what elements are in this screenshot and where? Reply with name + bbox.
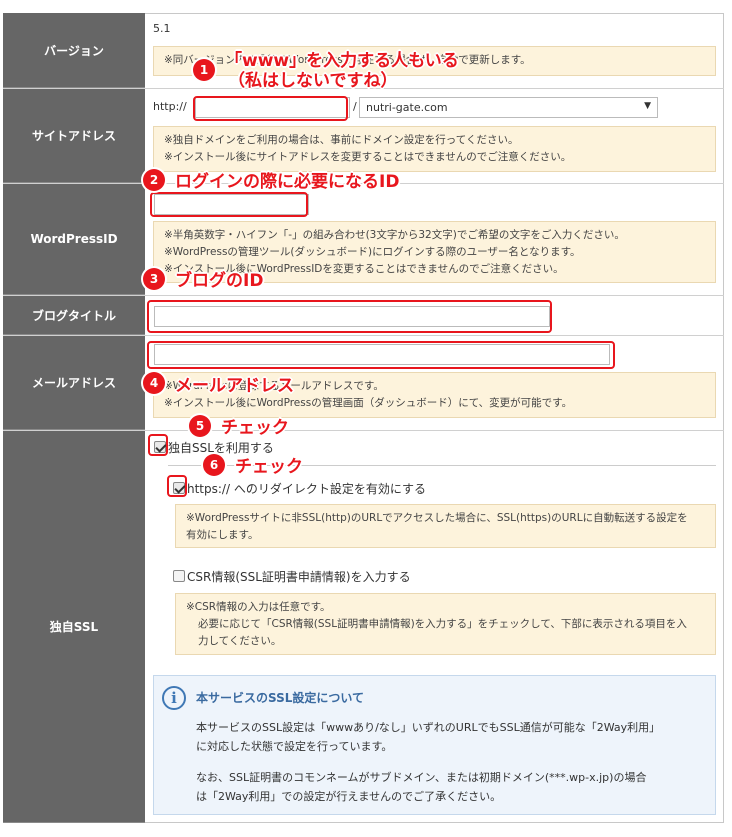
csr-note-line: ※CSR情報の入力は任意です。 [186, 601, 331, 613]
csr-checkbox[interactable] [173, 570, 185, 582]
annotation-1b: （私はしないですね） [228, 71, 398, 91]
info-icon: i [162, 686, 186, 710]
site-note: ※独自ドメインをご利用の場合は、事前にドメイン設定を行ってください。 ※インスト… [153, 126, 716, 172]
highlight-ssl-checkbox [148, 434, 168, 456]
mail-label: メールアドレス [3, 336, 145, 430]
highlight-email [147, 341, 615, 369]
version-value: 5.1 [153, 22, 171, 35]
step-badge-4: 4 [143, 372, 165, 394]
annotation-5: チェック [221, 418, 289, 438]
highlight-blog-title [147, 300, 552, 333]
mail-note-line: ※インストール後にWordPressの管理画面（ダッシュボード）にて、変更が可能… [164, 397, 573, 409]
info-paragraph-1: 本サービスのSSL設定は「wwwあり/なし」いずれのURLでもSSL通信が可能な… [196, 718, 660, 756]
wpid-label: WordPressID [3, 184, 145, 295]
chevron-down-icon: ▼ [644, 101, 651, 111]
step-badge-6: 6 [203, 454, 225, 476]
site-note-line: ※独自ドメインをご利用の場合は、事前にドメイン設定を行ってください。 [164, 134, 519, 146]
slash-separator: / [353, 100, 357, 113]
annotation-2: ログインの際に必要になるID [175, 172, 400, 192]
blog-label: ブログタイトル [3, 296, 145, 335]
highlight-wpid [150, 192, 308, 217]
annotation-3: ブログのID [175, 271, 264, 291]
csr-note-line: 力してください。 [198, 635, 282, 647]
highlight-redirect-checkbox [167, 475, 187, 497]
csr-note: ※CSR情報の入力は任意です。 必要に応じて「CSR情報(SSL証明書申請情報)… [175, 593, 716, 655]
wpid-note-line: ※半角英数字・ハイフン「-」の組み合わせ(3文字から32文字)でご希望の文字をご… [164, 229, 625, 241]
redirect-label[interactable]: https:// へのリダイレクト設定を有効にする [187, 480, 426, 497]
ssl-label: 独自SSL [3, 431, 145, 823]
step-badge-3: 3 [143, 268, 165, 290]
info-line: 本サービスのSSL設定は「wwwあり/なし」いずれのURLでもSSL通信が可能な… [196, 721, 661, 734]
redirect-note-line: 有効にします。 [186, 529, 259, 541]
domain-select[interactable]: nutri-gate.com ▼ [359, 97, 658, 118]
site-note-line: ※インストール後にサイトアドレスを変更することはできませんのでご注意ください。 [164, 151, 572, 163]
ssl-row: 独自SSL 独自SSLを利用する https:// へのリダイレクト設定を有効に… [3, 431, 724, 823]
info-line: に対応した状態で設定を行っています。 [196, 740, 393, 753]
annotation-4: メールアドレス [175, 376, 294, 396]
step-badge-5: 5 [189, 415, 211, 437]
http-prefix: http:// [153, 100, 187, 113]
wpid-note-line: ※WordPressの管理ツール(ダッシュボード)にログインする際のユーザー名と… [164, 246, 581, 258]
ssl-info-box: i 本サービスのSSL設定について 本サービスのSSL設定は「wwwあり/なし」… [153, 675, 716, 815]
highlight-subdomain [193, 96, 348, 121]
redirect-note: ※WordPressサイトに非SSL(http)のURLでアクセスした場合に、S… [175, 504, 716, 548]
info-paragraph-2: なお、SSL証明書のコモンネームがサブドメイン、または初期ドメイン(***.wp… [196, 768, 646, 806]
domain-select-value: nutri-gate.com [366, 101, 448, 114]
step-badge-1: 1 [193, 59, 215, 81]
csr-note-line: 必要に応じて「CSR情報(SSL証明書申請情報)を入力する」をチェックして、下部… [198, 618, 687, 630]
csr-label[interactable]: CSR情報(SSL証明書申請情報)を入力する [187, 568, 411, 585]
redirect-note-line: ※WordPressサイトに非SSL(http)のURLでアクセスした場合に、S… [186, 512, 688, 524]
version-label: バージョン [3, 13, 145, 88]
site-label: サイトアドレス [3, 89, 145, 183]
info-line: なお、SSL証明書のコモンネームがサブドメイン、または初期ドメイン(***.wp… [196, 771, 647, 784]
info-line: は「2Way利用」での設定が行えませんのでご了承ください。 [196, 790, 502, 803]
annotation-6: チェック [235, 457, 303, 477]
info-title: 本サービスのSSL設定について [196, 691, 365, 705]
wpid-row: WordPressID ※半角英数字・ハイフン「-」の組み合わせ(3文字から32… [3, 184, 724, 296]
step-badge-2: 2 [143, 169, 165, 191]
